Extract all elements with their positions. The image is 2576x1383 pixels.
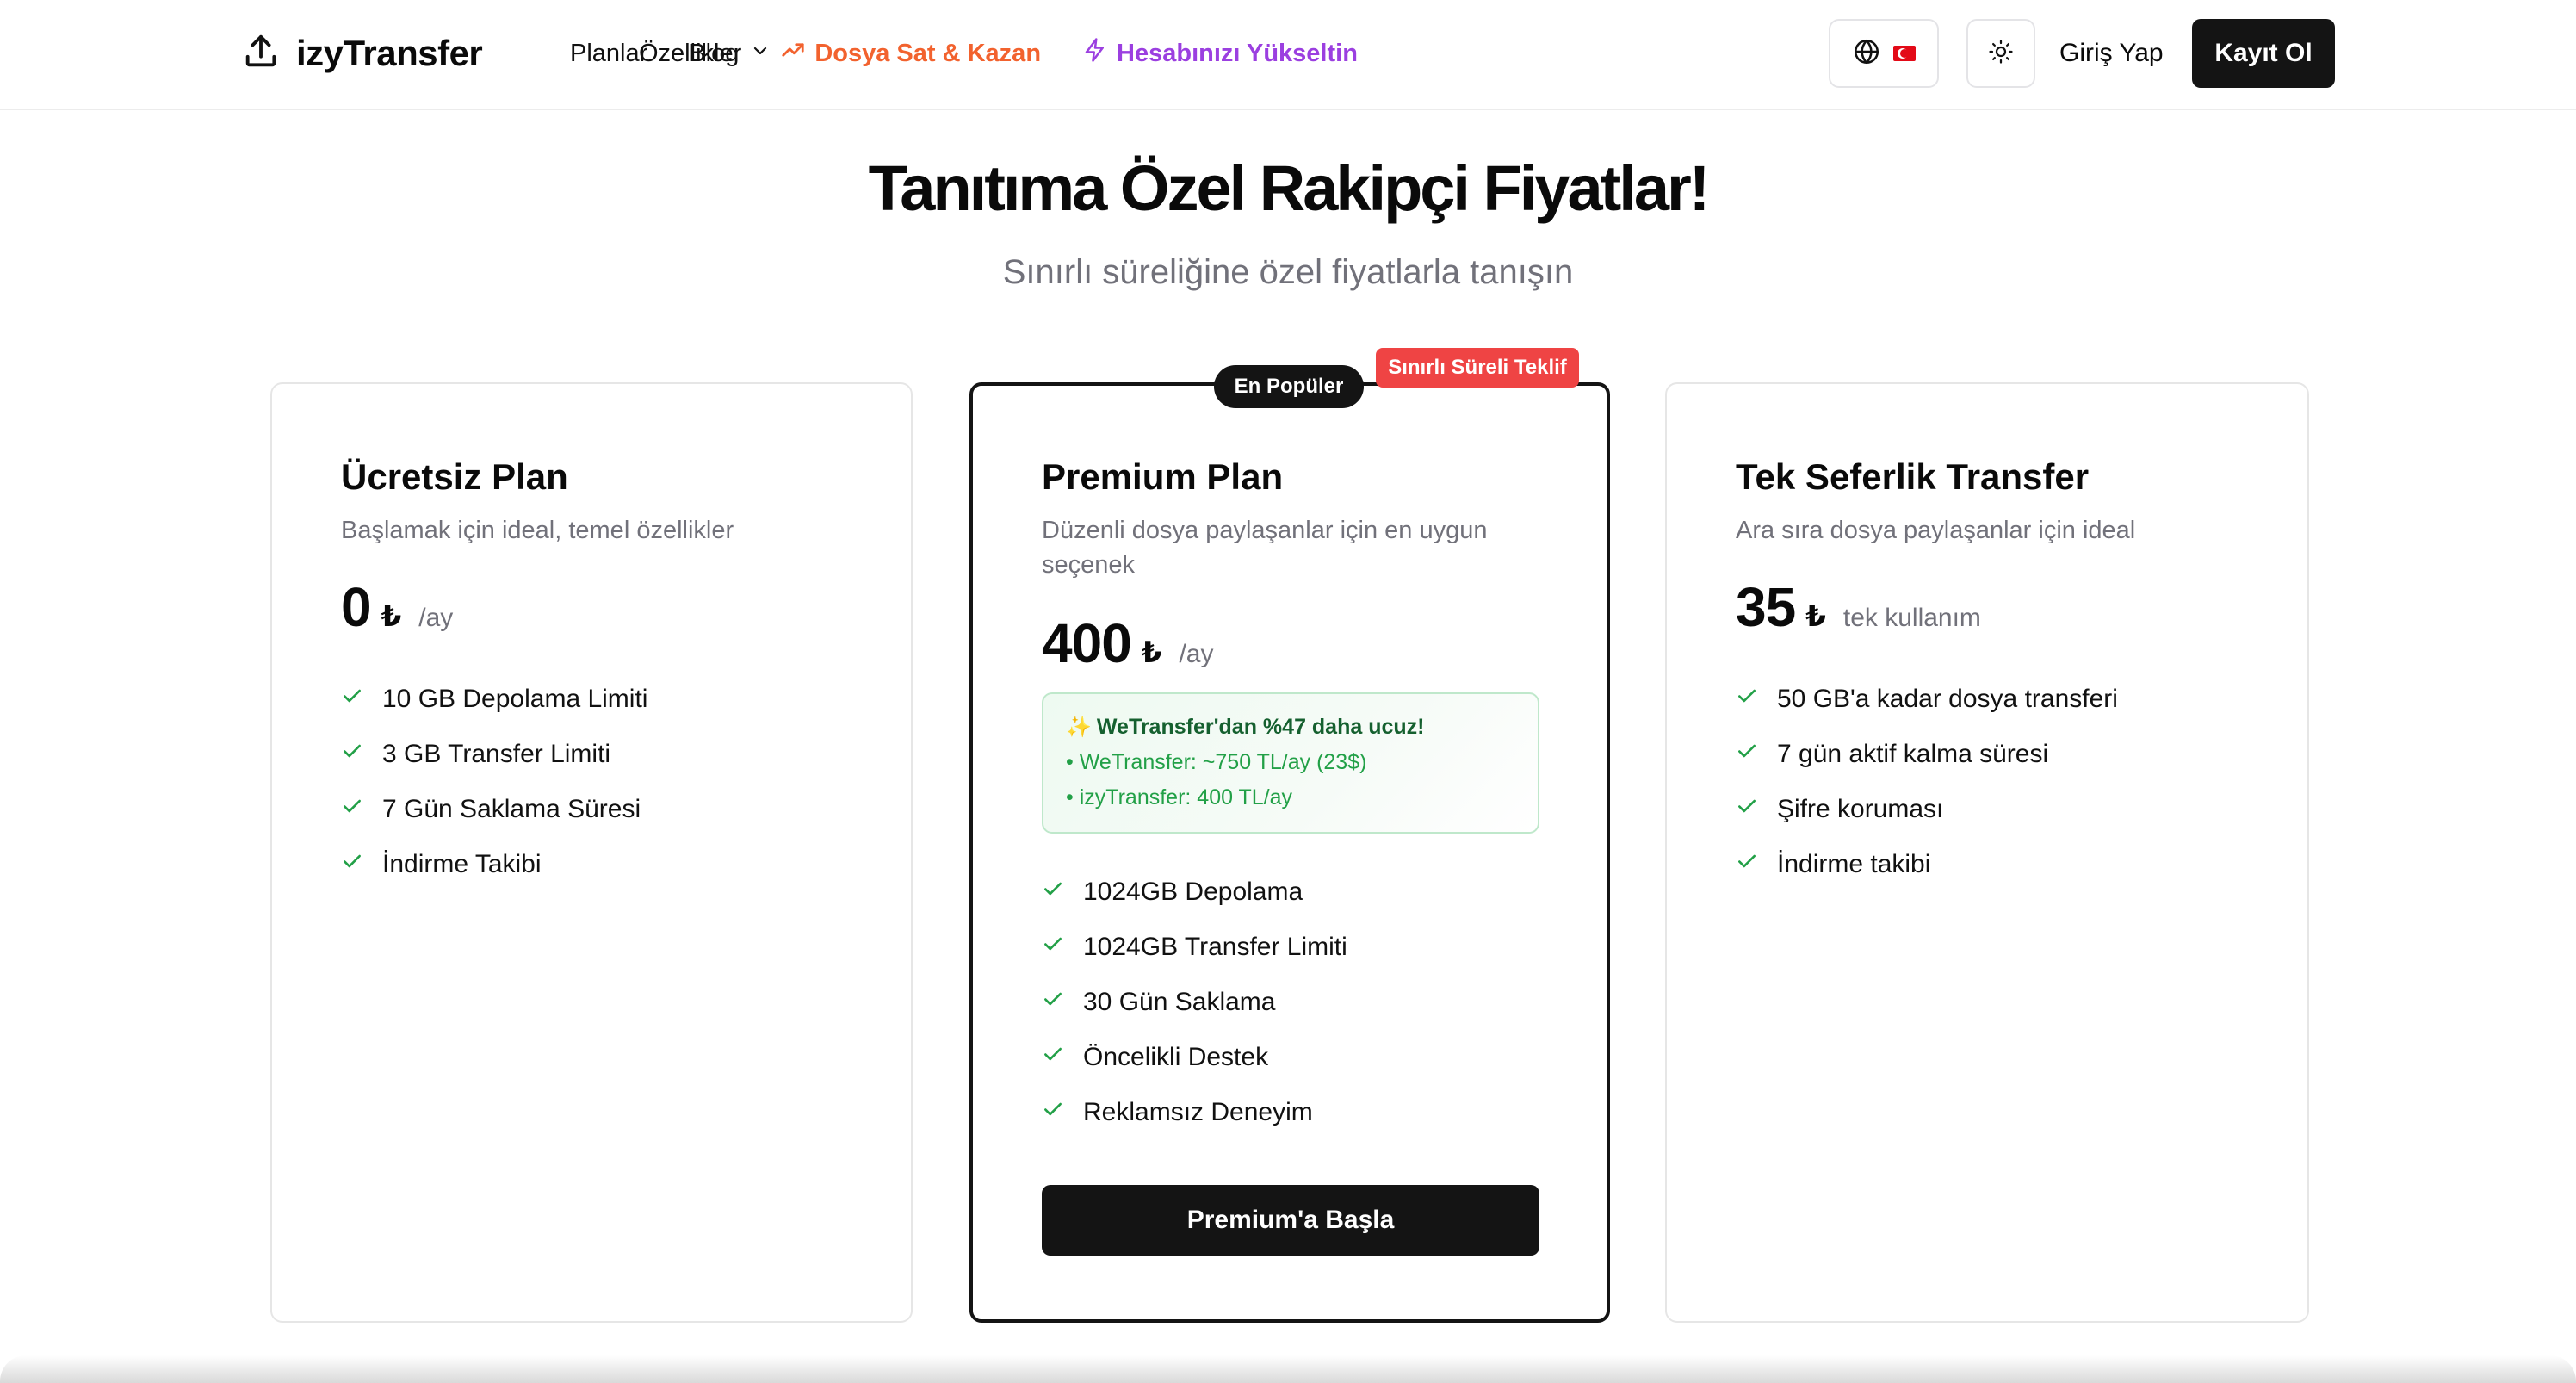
login-button[interactable]: Giriş Yap (2059, 33, 2164, 74)
feature-list: 1024GB Depolama 1024GB Transfer Limiti 3… (1042, 865, 1347, 1140)
feature-text: 1024GB Transfer Limiti (1083, 933, 1347, 961)
page-subtitle: Sınırlı süreliğine özel fiyatlarla tanış… (1002, 253, 1574, 291)
check-icon (1042, 1098, 1083, 1127)
brand-name: izyTransfer (296, 33, 483, 73)
comparison-headline: ✨ WeTransfer'dan %47 daha ucuz! (1066, 715, 1515, 740)
plan-title: Ücretsiz Plan (341, 456, 568, 497)
check-icon (341, 850, 382, 879)
plan-card-premium: Premium Plan Düzenli dosya paylaşanlar i… (969, 382, 1610, 1323)
plan-description: Ara sıra dosya paylaşanlar için ideal (1736, 517, 2136, 544)
plan-price: 0 ₺ /ay (341, 575, 453, 639)
price-currency: ₺ (381, 600, 402, 633)
feature-item: Reklamsız Deneyim (1042, 1085, 1347, 1140)
check-icon (341, 795, 382, 824)
price-currency: ₺ (1805, 600, 1826, 633)
price-amount: 0 (341, 576, 372, 638)
sparkle-icon: ✨ (1066, 716, 1092, 739)
language-selector-button[interactable] (1829, 19, 1939, 88)
feature-text: İndirme takibi (1777, 850, 1931, 878)
nav-sell-link[interactable]: Dosya Sat & Kazan (780, 37, 1041, 70)
comparison-competitor-price: • WeTransfer: ~750 TL/ay (23$) (1066, 750, 1367, 774)
feature-text: 30 Gün Saklama (1083, 988, 1276, 1016)
feature-item: 1024GB Depolama (1042, 865, 1347, 920)
comparison-own-price: • izyTransfer: 400 TL/ay (1066, 785, 1293, 809)
check-icon (1736, 795, 1777, 824)
sun-icon (1988, 39, 2014, 69)
feature-text: 50 GB'a kadar dosya transferi (1777, 685, 2118, 713)
theme-toggle-button[interactable] (1966, 19, 2035, 88)
globe-icon (1852, 37, 1881, 71)
brand-logo[interactable]: izyTransfer (241, 29, 483, 78)
price-amount: 400 (1042, 612, 1132, 674)
price-period: /ay (1179, 640, 1214, 668)
signup-button[interactable]: Kayıt Ol (2192, 19, 2335, 88)
feature-item: 30 Gün Saklama (1042, 975, 1347, 1030)
feature-item: 7 gün aktif kalma süresi (1736, 727, 2118, 782)
check-icon (341, 685, 382, 714)
plan-price: 400 ₺ /ay (1042, 611, 1213, 675)
feature-list: 50 GB'a kadar dosya transferi 7 gün akti… (1736, 672, 2118, 892)
feature-item: İndirme takibi (1736, 837, 2118, 892)
price-amount: 35 (1736, 576, 1796, 638)
feature-item: 7 Gün Saklama Süresi (341, 782, 647, 837)
turkey-flag-icon (1893, 46, 1916, 61)
check-icon (1736, 685, 1777, 714)
nav-upgrade-link[interactable]: Hesabınızı Yükseltin (1082, 37, 1358, 70)
feature-list: 10 GB Depolama Limiti 3 GB Transfer Limi… (341, 672, 647, 892)
main-nav: Özellikler Planlar Blog Dosya Sat & Kaza… (570, 33, 1358, 74)
plan-description: Başlamak için ideal, temel özellikler (341, 517, 734, 544)
feature-item: Öncelikli Destek (1042, 1030, 1347, 1085)
upload-icon (241, 32, 281, 76)
check-icon (1736, 740, 1777, 769)
competitor-comparison-box: ✨ WeTransfer'dan %47 daha ucuz! • WeTran… (1042, 692, 1539, 834)
plan-card-single-transfer: Tek Seferlik Transfer Ara sıra dosya pay… (1665, 382, 2309, 1323)
plan-title: Premium Plan (1042, 456, 1284, 497)
feature-text: 7 Gün Saklama Süresi (382, 795, 641, 823)
feature-item: Şifre koruması (1736, 782, 2118, 837)
check-icon (1042, 1043, 1083, 1072)
feature-text: Reklamsız Deneyim (1083, 1098, 1313, 1126)
start-premium-button[interactable]: Premium'a Başla (1042, 1185, 1539, 1256)
check-icon (341, 740, 382, 769)
feature-text: 3 GB Transfer Limiti (382, 740, 611, 768)
plan-description: Düzenli dosya paylaşanlar için en uygun … (1042, 517, 1488, 579)
feature-text: 10 GB Depolama Limiti (382, 685, 648, 713)
comparison-headline-text: WeTransfer'dan %47 daha ucuz! (1096, 715, 1425, 739)
check-icon (1736, 850, 1777, 879)
feature-text: Öncelikli Destek (1083, 1043, 1269, 1071)
feature-item: İndirme Takibi (341, 837, 647, 892)
nav-features-label: Özellikler (639, 39, 742, 67)
price-period: /ay (418, 604, 454, 632)
feature-item: 1024GB Transfer Limiti (1042, 920, 1347, 975)
nav-features-dropdown[interactable]: Özellikler (639, 40, 771, 68)
lightning-icon (1082, 37, 1108, 70)
feature-item: 10 GB Depolama Limiti (341, 672, 647, 727)
limited-offer-badge: Sınırlı Süreli Teklif (1376, 348, 1579, 388)
feature-text: Şifre koruması (1777, 795, 1944, 823)
trending-up-icon (780, 37, 806, 70)
chevron-down-icon (750, 40, 771, 68)
feature-item: 50 GB'a kadar dosya transferi (1736, 672, 2118, 727)
feature-item: 3 GB Transfer Limiti (341, 727, 647, 782)
feature-text: 1024GB Depolama (1083, 878, 1303, 906)
nav-upgrade-label: Hesabınızı Yükseltin (1117, 39, 1358, 67)
window-bottom-edge (0, 1355, 2576, 1383)
feature-text: 7 gün aktif kalma süresi (1777, 740, 2049, 768)
price-period: tek kullanım (1842, 604, 1981, 632)
page-title: Tanıtıma Özel Rakipçi Fiyatlar! (868, 152, 1711, 224)
nav-sell-label: Dosya Sat & Kazan (814, 39, 1042, 67)
feature-text: İndirme Takibi (382, 850, 542, 878)
plan-price: 35 ₺ tek kullanım (1736, 575, 1981, 639)
price-currency: ₺ (1141, 636, 1162, 669)
top-navbar: izyTransfer Özellikler Planlar Blog Dosy… (0, 0, 2576, 110)
check-icon (1042, 933, 1083, 962)
plan-title: Tek Seferlik Transfer (1736, 456, 2090, 497)
check-icon (1042, 878, 1083, 907)
nav-plans-link[interactable]: Planlar (570, 40, 647, 68)
popular-badge: En Popüler (1214, 365, 1364, 408)
plan-card-free: Ücretsiz Plan Başlamak için ideal, temel… (270, 382, 913, 1323)
check-icon (1042, 988, 1083, 1017)
